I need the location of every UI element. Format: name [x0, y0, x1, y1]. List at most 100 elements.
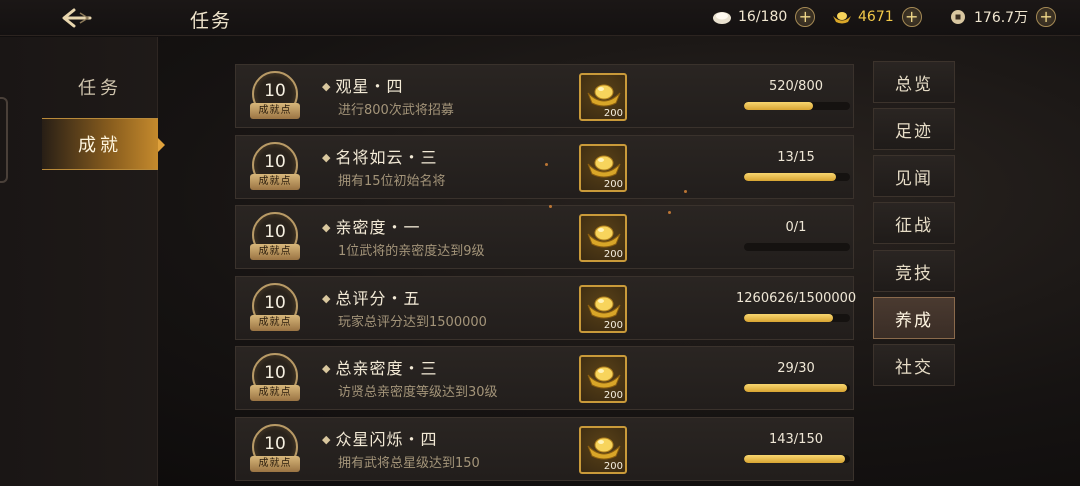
- progress-text: 0/1: [785, 220, 807, 235]
- points-label: 成就点: [250, 103, 300, 119]
- diamond-bullet-icon: ◆: [322, 291, 332, 305]
- diamond-bullet-icon: ◆: [322, 80, 332, 93]
- progress-text: 143/150: [768, 431, 823, 447]
- points-value: 10: [264, 81, 286, 101]
- achievement-points-badge: 10 成就点: [250, 353, 300, 405]
- diamond-bullet-icon: ◆: [322, 221, 332, 234]
- copper-coin-icon: [951, 10, 965, 24]
- top-bar: 任务 16/180 + 4671 + 176.7万 +: [0, 0, 1080, 36]
- category-tab-footprints[interactable]: 足迹: [873, 108, 955, 150]
- gold-value: 4671: [858, 9, 894, 25]
- currency-silver: 16/180 +: [712, 6, 816, 28]
- ember-particle: [668, 211, 671, 214]
- category-tab-knowledge[interactable]: 见闻: [873, 155, 955, 197]
- achievement-description: 拥有15位初始名将: [338, 173, 446, 189]
- category-tab-social[interactable]: 社交: [873, 344, 955, 386]
- achievement-description: 拥有武将总星级达到150: [338, 455, 480, 471]
- back-button[interactable]: [56, 4, 96, 32]
- points-value: 10: [264, 363, 286, 383]
- gold-ingot-icon: [587, 296, 621, 318]
- achievement-row: 10 成就点 ◆ 众星闪烁・四 拥有武将总星级达到150 200 143/150: [235, 416, 854, 481]
- gold-ingot-icon: [587, 155, 621, 177]
- progress-bar: [744, 384, 850, 392]
- achievement-row: 10 成就点 ◆ 名将如云・三拥有15位初始名将 200 13/15: [235, 134, 854, 199]
- reward-count: 200: [603, 460, 623, 472]
- points-label: 成就点: [250, 455, 300, 472]
- ember-particle: [549, 205, 552, 208]
- add-silver-button[interactable]: +: [795, 7, 816, 27]
- left-tab-tasks[interactable]: 任务: [42, 61, 158, 113]
- gold-ingot-icon: [587, 366, 621, 389]
- achievement-title-text: 亲密度・一: [335, 218, 421, 237]
- achievement-title: ◆ 名将如云・三: [322, 144, 437, 168]
- category-tab-development[interactable]: 养成: [873, 297, 955, 339]
- add-gold-button[interactable]: +: [901, 7, 922, 27]
- achievement-row: 10 成就点 ◆ 观星・四进行800次武将招募 200 520/800: [235, 64, 854, 128]
- progress-bar: [744, 313, 850, 322]
- points-label: 成就点: [250, 244, 300, 260]
- progress-bar: [744, 102, 850, 110]
- achievement-title: ◆ 亲密度・一: [322, 214, 420, 238]
- progress-bar: [744, 243, 850, 251]
- currency-gold: 4671 +: [832, 6, 922, 28]
- diamond-bullet-icon: ◆: [322, 362, 332, 375]
- achievement-points-badge: 10 成就点: [250, 71, 300, 123]
- progress-bar: [744, 172, 850, 181]
- progress-fill: [744, 313, 834, 322]
- achievement-description: 1位武将的亲密度达到9级: [338, 244, 485, 259]
- reward-item[interactable]: 200: [579, 355, 627, 403]
- add-coin-button[interactable]: +: [1036, 7, 1057, 27]
- currency-coin: 176.7万 +: [948, 6, 1057, 28]
- gold-ingot-icon: [833, 12, 851, 24]
- achievement-title: ◆ 观星・四: [322, 73, 403, 97]
- reward-item[interactable]: 200: [579, 143, 627, 192]
- gold-ingot-icon: [587, 84, 621, 107]
- progress-fill: [744, 454, 846, 463]
- achievement-points-badge: 10 成就点: [250, 423, 300, 476]
- reward-item[interactable]: 200: [579, 214, 627, 262]
- points-value: 10: [264, 292, 286, 313]
- back-arrow-icon: [62, 8, 92, 28]
- points-value: 10: [264, 151, 286, 172]
- reward-count: 200: [603, 108, 623, 119]
- diamond-bullet-icon: ◆: [322, 150, 332, 164]
- achievement-points-badge: 10 成就点: [250, 141, 300, 194]
- category-tab-overview[interactable]: 总览: [873, 61, 955, 103]
- category-tab-battle[interactable]: 征战: [873, 202, 955, 244]
- achievement-points-badge: 10 成就点: [250, 212, 300, 264]
- achievement-title-text: 观星・四: [335, 77, 404, 96]
- progress-fill: [744, 102, 813, 110]
- progress-fill: [744, 384, 847, 392]
- achievement-description: 进行800次武将招募: [338, 103, 454, 118]
- silver-ingot-icon: [713, 12, 731, 24]
- progress-fill: [744, 172, 836, 181]
- achievement-title-text: 名将如云・三: [335, 147, 438, 167]
- reward-item[interactable]: 200: [579, 425, 627, 474]
- gold-ingot-icon: [587, 437, 621, 459]
- diamond-bullet-icon: ◆: [322, 432, 332, 446]
- achievement-title-text: 总亲密度・三: [335, 359, 438, 378]
- left-tab-achievements[interactable]: 成就: [42, 118, 165, 170]
- panel-edge-handle: [0, 97, 8, 183]
- progress-text: 29/30: [777, 361, 815, 376]
- achievement-title: ◆ 总评分・五: [322, 285, 420, 309]
- reward-item[interactable]: 200: [579, 284, 627, 333]
- achievement-row: 10 成就点 ◆ 总评分・五玩家总评分达到1500000 200 1260626/1500…: [235, 275, 857, 340]
- achievement-description: 玩家总评分达到1500000: [338, 314, 487, 330]
- ember-particle: [684, 190, 687, 193]
- achievement-points-badge: 10 成就点: [250, 282, 300, 335]
- points-label: 成就点: [250, 173, 300, 190]
- progress-text: 520/800: [768, 79, 823, 94]
- achievement-title-text: 总评分・五: [335, 288, 421, 308]
- progress-text: 1260626/1500000: [736, 290, 857, 306]
- ember-particle: [545, 163, 548, 166]
- page-title: 任务: [190, 10, 233, 32]
- reward-count: 200: [603, 249, 623, 260]
- coin-value: 176.7万: [974, 10, 1029, 26]
- achievement-row: 10 成就点 ◆ 亲密度・一 1位武将的亲密度达到9级 200 0/1: [235, 205, 854, 269]
- reward-item[interactable]: 200: [579, 73, 627, 121]
- progress-text: 13/15: [777, 149, 815, 165]
- category-tab-arena[interactable]: 竞技: [873, 250, 955, 292]
- points-value: 10: [264, 222, 286, 242]
- gold-ingot-icon: [587, 225, 621, 248]
